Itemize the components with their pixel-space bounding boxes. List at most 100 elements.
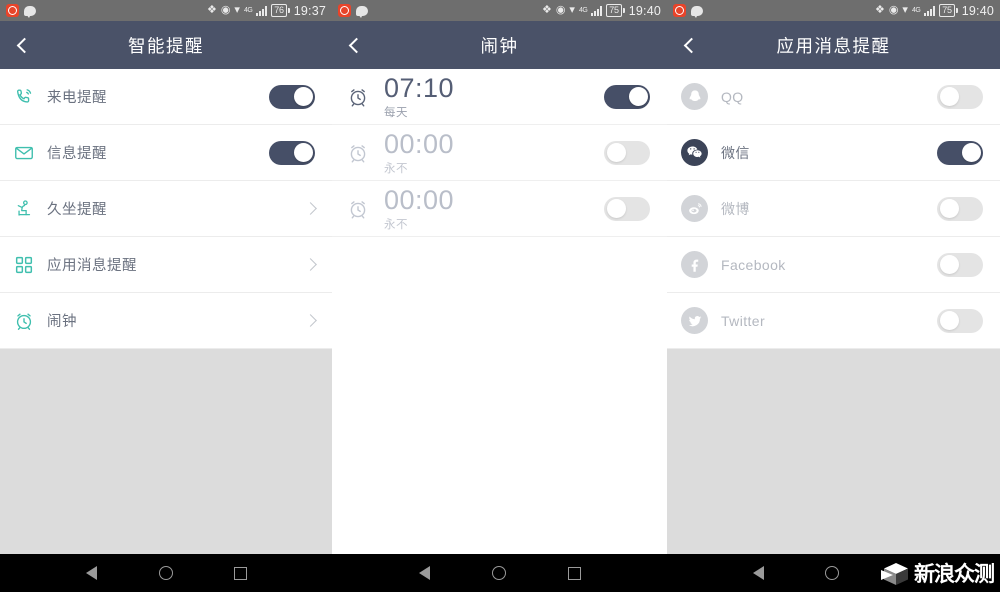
- list-item-sedentary[interactable]: 久坐提醒: [0, 181, 332, 237]
- wechat-icon: [681, 139, 708, 166]
- app-item-twitter[interactable]: Twitter: [667, 293, 1000, 349]
- chevron-right-icon: [304, 258, 317, 271]
- bluetooth-icon: ❖: [206, 4, 217, 16]
- chevron-right-icon: [304, 314, 317, 327]
- back-button[interactable]: [667, 21, 715, 69]
- toggle-facebook[interactable]: [937, 252, 983, 277]
- alarm-item[interactable]: 00:00 永不: [332, 181, 667, 237]
- chevron-left-icon: [348, 37, 364, 53]
- eye-icon: ◉: [888, 4, 899, 16]
- list-item-label: 应用消息提醒: [47, 258, 137, 274]
- app-item-facebook[interactable]: Facebook: [667, 237, 1000, 293]
- alarm-clock-icon: [346, 197, 370, 221]
- signal-4g-icon: [924, 5, 936, 16]
- home-circle-icon[interactable]: [491, 566, 506, 580]
- header-bar-1: 智能提醒: [0, 21, 332, 69]
- app-label: 微信: [721, 144, 750, 161]
- back-button[interactable]: [0, 21, 48, 69]
- alarm-list: 07:10 每天 00:00 永不 00:00 永不: [332, 69, 667, 237]
- list-item-label: 来电提醒: [47, 90, 107, 106]
- nav-group-1: [0, 554, 333, 592]
- app-label: QQ: [721, 88, 744, 105]
- list-item-message[interactable]: 信息提醒: [0, 125, 332, 181]
- chevron-left-icon: [683, 37, 699, 53]
- status-bar-clock: 19:40: [628, 3, 661, 18]
- toggle-alarm-1[interactable]: [604, 84, 650, 109]
- app-item-weibo[interactable]: 微博: [667, 181, 1000, 237]
- empty-area-1: [0, 349, 332, 555]
- battery-icon: 75: [606, 4, 625, 17]
- panel-smart-reminders: ❖ ◉ ▾ 4G 76 19:37 智能提醒 来电提醒 信息提醒 久坐提醒 应用…: [0, 0, 332, 592]
- alarm-item[interactable]: 07:10 每天: [332, 69, 667, 125]
- sedentary-icon: [13, 198, 35, 220]
- alarm-clock-icon: [346, 141, 370, 165]
- network-type-label: 4G: [578, 7, 588, 14]
- panel-alarm-clock: ❖ ◉ ▾ 4G 75 19:40 闹钟 07:10 每天 00:00 永不 0…: [332, 0, 667, 592]
- toggle-message[interactable]: [269, 140, 315, 165]
- list-item-incoming-call[interactable]: 来电提醒: [0, 69, 332, 125]
- reminder-list: 来电提醒 信息提醒 久坐提醒 应用消息提醒 闹钟: [0, 69, 332, 555]
- camera-icon: [673, 4, 686, 17]
- app-item-qq[interactable]: QQ: [667, 69, 1000, 125]
- list-item-app-notifications[interactable]: 应用消息提醒: [0, 237, 332, 293]
- battery-icon: 75: [939, 4, 958, 17]
- facebook-icon: [681, 251, 708, 278]
- eye-icon: ◉: [555, 4, 566, 16]
- message-bubble-icon: [24, 5, 36, 18]
- wifi-icon: ▾: [569, 4, 575, 16]
- chevron-right-icon: [304, 202, 317, 215]
- app-label: Twitter: [721, 312, 766, 329]
- app-item-wechat[interactable]: 微信: [667, 125, 1000, 181]
- wifi-icon: ▾: [234, 4, 240, 16]
- toggle-alarm-2[interactable]: [604, 140, 650, 165]
- list-item-label: 信息提醒: [47, 146, 107, 162]
- bluetooth-icon: ❖: [541, 4, 552, 16]
- battery-level-label: 76: [271, 4, 287, 17]
- app-notification-list: QQ 微信 微博 Facebook Twitter: [667, 69, 1000, 555]
- toggle-qq[interactable]: [937, 84, 983, 109]
- cube-logo-icon: [881, 561, 911, 587]
- weibo-icon: [681, 195, 708, 222]
- alarm-repeat: 每天: [384, 106, 408, 119]
- home-circle-icon[interactable]: [825, 566, 840, 580]
- toggle-alarm-3[interactable]: [604, 196, 650, 221]
- home-circle-icon[interactable]: [158, 566, 173, 580]
- network-type-label: 4G: [243, 7, 253, 14]
- list-item-label: 闹钟: [47, 314, 77, 330]
- android-navigation-bar: [0, 554, 1000, 592]
- message-bubble-icon: [691, 5, 703, 18]
- battery-icon: 76: [271, 4, 290, 17]
- list-item-alarm[interactable]: 闹钟: [0, 293, 332, 349]
- alarm-clock-icon: [13, 310, 35, 332]
- toggle-weibo[interactable]: [937, 196, 983, 221]
- toggle-twitter[interactable]: [937, 308, 983, 333]
- watermark: 新浪众测: [881, 558, 995, 590]
- alarm-item[interactable]: 00:00 永不: [332, 125, 667, 181]
- qq-icon: [681, 83, 708, 110]
- recents-square-icon[interactable]: [234, 566, 248, 580]
- back-triangle-icon[interactable]: [85, 566, 97, 580]
- status-bar-clock: 19:40: [961, 3, 994, 18]
- back-button[interactable]: [332, 21, 380, 69]
- toggle-wechat[interactable]: [937, 140, 983, 165]
- alarm-repeat: 永不: [384, 162, 408, 175]
- empty-area-3: [667, 349, 1000, 555]
- toggle-incoming-call[interactable]: [269, 84, 315, 109]
- status-bar-3: ❖ ◉ ▾ 4G 75 19:40: [667, 0, 1000, 21]
- alarm-clock-icon: [346, 85, 370, 109]
- envelope-icon: [13, 142, 35, 164]
- list-item-label: 久坐提醒: [47, 202, 107, 218]
- header-bar-2: 闹钟: [332, 21, 667, 69]
- back-triangle-icon[interactable]: [752, 566, 764, 580]
- chevron-left-icon: [16, 37, 32, 53]
- signal-4g-icon: [591, 5, 603, 16]
- battery-level-label: 75: [606, 4, 622, 17]
- back-triangle-icon[interactable]: [419, 566, 431, 580]
- wifi-icon: ▾: [902, 4, 908, 16]
- page-title: 闹钟: [480, 35, 519, 56]
- triple-screenshot-collage: ❖ ◉ ▾ 4G 76 19:37 智能提醒 来电提醒 信息提醒 久坐提醒 应用…: [0, 0, 1000, 592]
- battery-level-label: 75: [939, 4, 955, 17]
- alarm-repeat: 永不: [384, 218, 408, 231]
- recents-square-icon[interactable]: [567, 566, 581, 580]
- status-bar-clock: 19:37: [293, 3, 326, 18]
